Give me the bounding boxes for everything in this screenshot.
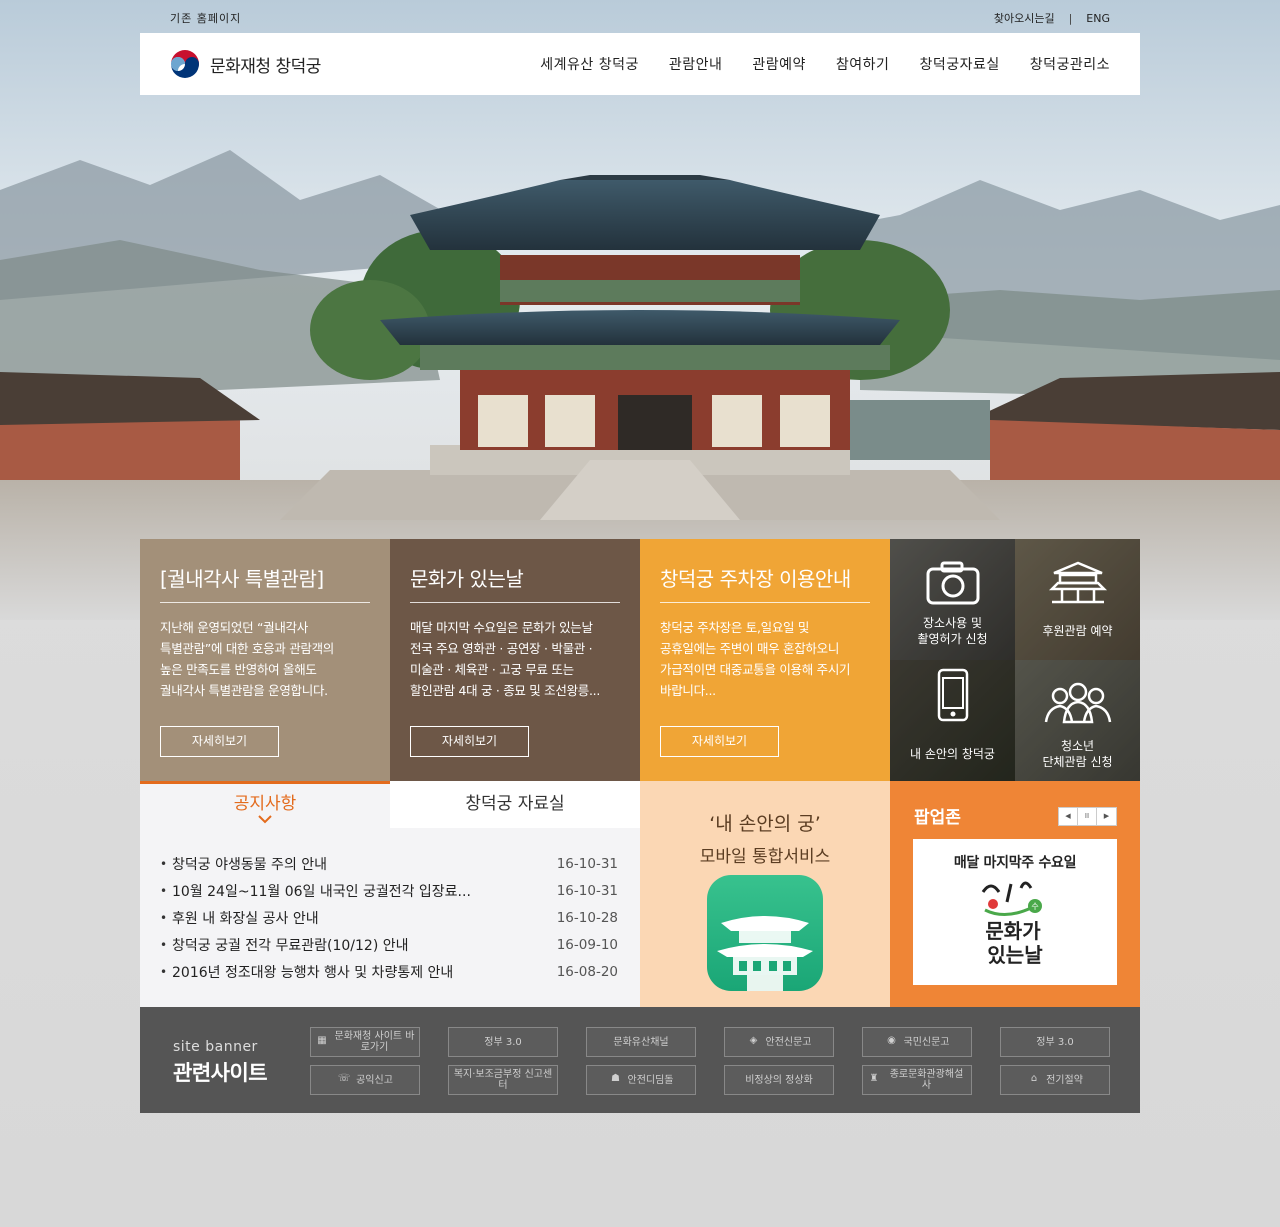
feature-title: 창덕궁 주차장 이용안내	[660, 563, 870, 603]
banner-gov3[interactable]: 정부 3.0	[448, 1027, 558, 1057]
shield-icon: ◈	[749, 1035, 758, 1046]
feature-card-special-tour: [궐내각사 특별관람] 지난해 운영되었던 “궐내각사 특별관람”에 대한 호응…	[140, 539, 390, 781]
popup-card[interactable]: 매달 마지막주 수요일 수 문화가 있는날	[913, 839, 1117, 985]
quick-link-label: 청소년 단체관람 신청	[1042, 739, 1113, 769]
svg-text:있는날: 있는날	[987, 943, 1043, 967]
feature-title: 문화가 있는날	[410, 563, 620, 603]
banner-heritage-channel[interactable]: 문화유산채널	[586, 1027, 696, 1057]
tab-archive[interactable]: 창덕궁 자료실	[390, 781, 640, 828]
quick-link-label: 내 손안의 창덕궁	[910, 747, 995, 761]
banner-welfare-fraud[interactable]: 복지·보조금부정 신고센터	[448, 1065, 558, 1095]
mobile-service-title: ‘내 손안의 궁’	[709, 813, 821, 835]
svg-text:수: 수	[1031, 902, 1038, 911]
banner-energy-saving[interactable]: ⌂ 전기절약	[1000, 1065, 1110, 1095]
culture-day-logo: 수 문화가 있는날	[981, 881, 1043, 967]
palace-app-icon[interactable]	[707, 875, 823, 991]
tab-notices[interactable]: 공지사항	[140, 781, 390, 828]
related-sites-label: 관련사이트	[173, 1061, 268, 1085]
feature-text: 창덕궁 주차장은 토,일요일 및 공휴일에는 주변이 매우 혼잡하오니 가급적이…	[660, 620, 851, 698]
banner-safety-report[interactable]: ◈ 안전신문고	[724, 1027, 834, 1057]
chevron-down-icon	[258, 815, 272, 824]
middle-row: 공지사항 창덕궁 자료실 • 창덕궁 야생동물 주의 안내 16-10-31 •…	[140, 781, 1140, 1007]
quick-link-mobile-palace[interactable]: 내 손안의 창덕궁	[890, 660, 1015, 781]
nav-archive[interactable]: 창덕궁자료실	[919, 54, 999, 74]
quick-link-garden-reservation[interactable]: 후원관람 예약	[1015, 539, 1140, 660]
banner-safety-steps[interactable]: ☗ 안전디딤돌	[586, 1065, 696, 1095]
nav-world-heritage[interactable]: 세계유산 창덕궁	[540, 54, 639, 74]
nav-participation[interactable]: 참여하기	[836, 54, 890, 74]
svg-text:문화가: 문화가	[985, 919, 1041, 943]
banner-public-interest[interactable]: ☏ 공익신고	[310, 1065, 420, 1095]
bullet-icon: •	[160, 937, 168, 952]
list-item[interactable]: • 창덕궁 야생동물 주의 안내 16-10-31	[160, 850, 618, 877]
site-header: 문화재청 창덕궁 세계유산 창덕궁 관람안내 관람예약 참여하기 창덕궁자료실 …	[140, 33, 1140, 95]
main-navigation: 세계유산 창덕궁 관람안내 관람예약 참여하기 창덕궁자료실 창덕궁관리소	[540, 54, 1110, 74]
cha-logo-icon: ▦	[317, 1035, 327, 1046]
popup-card-title: 매달 마지막주 수요일	[953, 855, 1077, 871]
site-logo[interactable]: 문화재청 창덕궁	[168, 47, 321, 81]
site-banner-label: site banner	[173, 1039, 258, 1055]
banner-gov3-second[interactable]: 정부 3.0	[1000, 1027, 1110, 1057]
quick-link-group-tour[interactable]: 청소년 단체관람 신청	[1015, 660, 1140, 781]
nav-reservation[interactable]: 관람예약	[752, 54, 806, 74]
list-item[interactable]: • 후원 내 화장실 공사 안내 16-10-28	[160, 904, 618, 931]
pause-button[interactable]: II	[1078, 808, 1097, 825]
next-button[interactable]: ▶	[1097, 808, 1116, 825]
mobile-icon	[937, 668, 968, 722]
site-banner-section: site banner 관련사이트 ▦ 문화재청 사이트 바로가기 정부 3.0 …	[140, 1007, 1140, 1113]
banner-jongno-guide[interactable]: ♜ 종로문화관광해설사	[862, 1065, 972, 1095]
palace-icon	[1048, 561, 1107, 604]
phone-icon: ☏	[337, 1073, 351, 1084]
english-link[interactable]: ENG	[1086, 12, 1110, 25]
feature-text: 지난해 운영되었던 “궐내각사 특별관람”에 대한 호응과 관람객의 높은 만족…	[160, 620, 334, 698]
quick-link-label: 후원관람 예약	[1042, 624, 1113, 638]
popup-zone-title: 팝업존	[914, 808, 961, 828]
list-item[interactable]: • 창덕궁 궁궐 전각 무료관람(10/12) 안내 16-09-10	[160, 931, 618, 958]
group-icon	[1044, 682, 1111, 724]
bullet-icon: •	[160, 883, 168, 898]
person-icon: ☗	[611, 1073, 620, 1084]
old-homepage-link[interactable]: 기존 홈페이지	[170, 10, 241, 26]
feature-card-parking: 창덕궁 주차장 이용안내 창덕궁 주차장은 토,일요일 및 공휴일에는 주변이 …	[640, 539, 890, 781]
bullet-icon: •	[160, 910, 168, 925]
list-item[interactable]: • 2016년 정조대왕 능행차 행사 및 차량통제 안내 16-08-20	[160, 958, 618, 985]
quick-links: 장소사용 및 촬영허가 신청 후원관람 예약 내 손안의 창덕궁 청소년 단체관…	[890, 539, 1140, 781]
notice-list: • 창덕궁 야생동물 주의 안내 16-10-31 • 10월 24일~11월 …	[140, 850, 640, 985]
feature-card-culture-day: 문화가 있는날 매달 마지막 수요일은 문화가 있는날 전국 주요 영화관 · …	[390, 539, 640, 781]
feature-row: [궐내각사 특별관람] 지난해 운영되었던 “궐내각사 특별관람”에 대한 호응…	[140, 539, 1140, 781]
list-item[interactable]: • 10월 24일~11월 06일 내국인 궁궐전각 입장료... 16-10-…	[160, 877, 618, 904]
guide-icon: ♜	[869, 1073, 879, 1084]
banner-epeople[interactable]: ◉ 국민신문고	[862, 1027, 972, 1057]
quick-link-label: 장소사용 및 촬영허가 신청	[917, 616, 988, 646]
more-button[interactable]: 자세히보기	[660, 726, 779, 757]
popup-controls: ◀ II ▶	[1058, 807, 1117, 826]
epeople-logo-icon: ◉	[887, 1035, 896, 1046]
notice-board: 공지사항 창덕궁 자료실 • 창덕궁 야생동물 주의 안내 16-10-31 •…	[140, 781, 640, 1007]
mobile-service-panel: ‘내 손안의 궁’ 모바일 통합서비스	[640, 781, 890, 1007]
more-button[interactable]: 자세히보기	[160, 726, 279, 757]
nav-visit-info[interactable]: 관람안내	[669, 54, 723, 74]
camera-icon	[926, 561, 979, 605]
feature-title: [궐내각사 특별관람]	[160, 563, 370, 603]
banner-grid: ▦ 문화재청 사이트 바로가기 정부 3.0 문화유산채널 ◈ 안전신문고 ◉ 국민신…	[310, 1027, 1110, 1095]
more-button[interactable]: 자세히보기	[410, 726, 529, 757]
bullet-icon: •	[160, 856, 168, 871]
bullet-icon: •	[160, 964, 168, 979]
utility-separator: |	[1068, 11, 1073, 25]
feature-text: 매달 마지막 수요일은 문화가 있는날 전국 주요 영화관 · 공연장 · 박물…	[410, 620, 600, 698]
banner-cha-site[interactable]: ▦ 문화재청 사이트 바로가기	[310, 1027, 420, 1057]
house-icon: ⌂	[1030, 1073, 1038, 1084]
logo-text: 문화재청 창덕궁	[210, 56, 321, 77]
government-emblem-icon	[169, 48, 201, 80]
prev-button[interactable]: ◀	[1059, 808, 1078, 825]
utility-links: 찾아오시는길 | ENG	[994, 10, 1110, 26]
directions-link[interactable]: 찾아오시는길	[994, 10, 1055, 26]
banner-normalization[interactable]: 비정상의 정상화	[724, 1065, 834, 1095]
nav-management-office[interactable]: 창덕궁관리소	[1030, 54, 1110, 74]
board-tabs: 공지사항 창덕궁 자료실	[140, 781, 640, 828]
mobile-service-subtitle: 모바일 통합서비스	[699, 847, 831, 867]
quick-link-filming-permit[interactable]: 장소사용 및 촬영허가 신청	[890, 539, 1015, 660]
popup-zone: 팝업존 ◀ II ▶ 매달 마지막주 수요일 수 문화가 있는날	[890, 781, 1140, 1007]
